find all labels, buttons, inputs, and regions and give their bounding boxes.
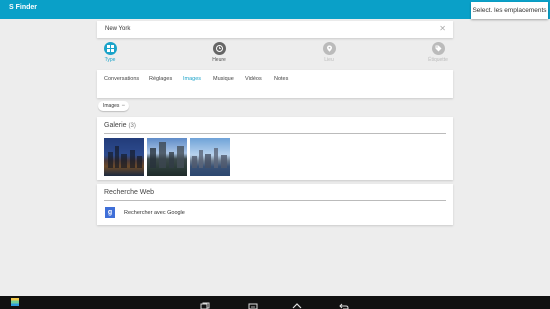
gallery-card: Galerie (3) [97,117,453,180]
web-search-card: Recherche Web g Rechercher avec Google [97,184,453,225]
filter-place-label: Lieu [324,57,334,63]
apps-icon[interactable] [11,298,19,306]
web-search-title: Recherche Web [104,189,155,196]
filter-hour[interactable]: Heure [189,42,249,63]
gallery-title-text: Galerie [104,122,127,129]
filter-type-label: Type [104,57,116,63]
filter-place[interactable]: Lieu [299,42,359,63]
back-icon[interactable] [339,298,349,309]
recent-apps-icon[interactable] [200,298,210,309]
clear-icon[interactable]: ✕ [439,24,446,33]
filter-tag-label: Étiquette [428,57,448,63]
divider [104,200,446,201]
filter-tag[interactable]: Étiquette [408,42,468,63]
select-locations-button[interactable]: Select. les emplacements [471,2,548,19]
active-filter-chip[interactable]: Images − [98,101,129,111]
clock-icon [212,42,226,55]
tab-conversations[interactable]: Conversations [104,76,139,82]
gallery-count: (3) [128,123,136,129]
tab-music[interactable]: Musique [213,76,234,82]
gallery-title: Galerie (3) [104,122,136,129]
tab-images[interactable]: Images [183,76,201,82]
google-icon[interactable]: g [105,207,115,218]
remove-chip-icon[interactable]: − [121,101,125,111]
divider [104,133,446,134]
filter-type[interactable]: Type [80,42,140,63]
category-tabs: Conversations Réglages Images Musique Vi… [97,70,453,98]
chip-label: Images [103,103,120,109]
tab-videos[interactable]: Vidéos [245,76,262,82]
search-input[interactable]: New York [105,26,130,32]
gallery-thumbnail[interactable] [190,138,230,176]
tag-icon [431,42,445,55]
gallery-thumbnail[interactable] [147,138,187,176]
search-with-google-link[interactable]: Rechercher avec Google [124,210,185,216]
location-pin-icon [322,42,336,55]
gallery-thumbnail[interactable] [104,138,144,176]
app-bar: S Finder [0,0,550,19]
grid-icon [103,42,117,55]
filter-hour-label: Heure [212,57,226,63]
tab-settings[interactable]: Réglages [149,76,172,82]
search-bar[interactable]: New York ✕ [97,21,453,38]
home-icon[interactable] [292,298,302,309]
app-title: S Finder [9,4,38,11]
keyboard-icon[interactable] [248,298,258,309]
tab-notes[interactable]: Notes [274,76,288,82]
system-nav-bar [0,296,550,309]
